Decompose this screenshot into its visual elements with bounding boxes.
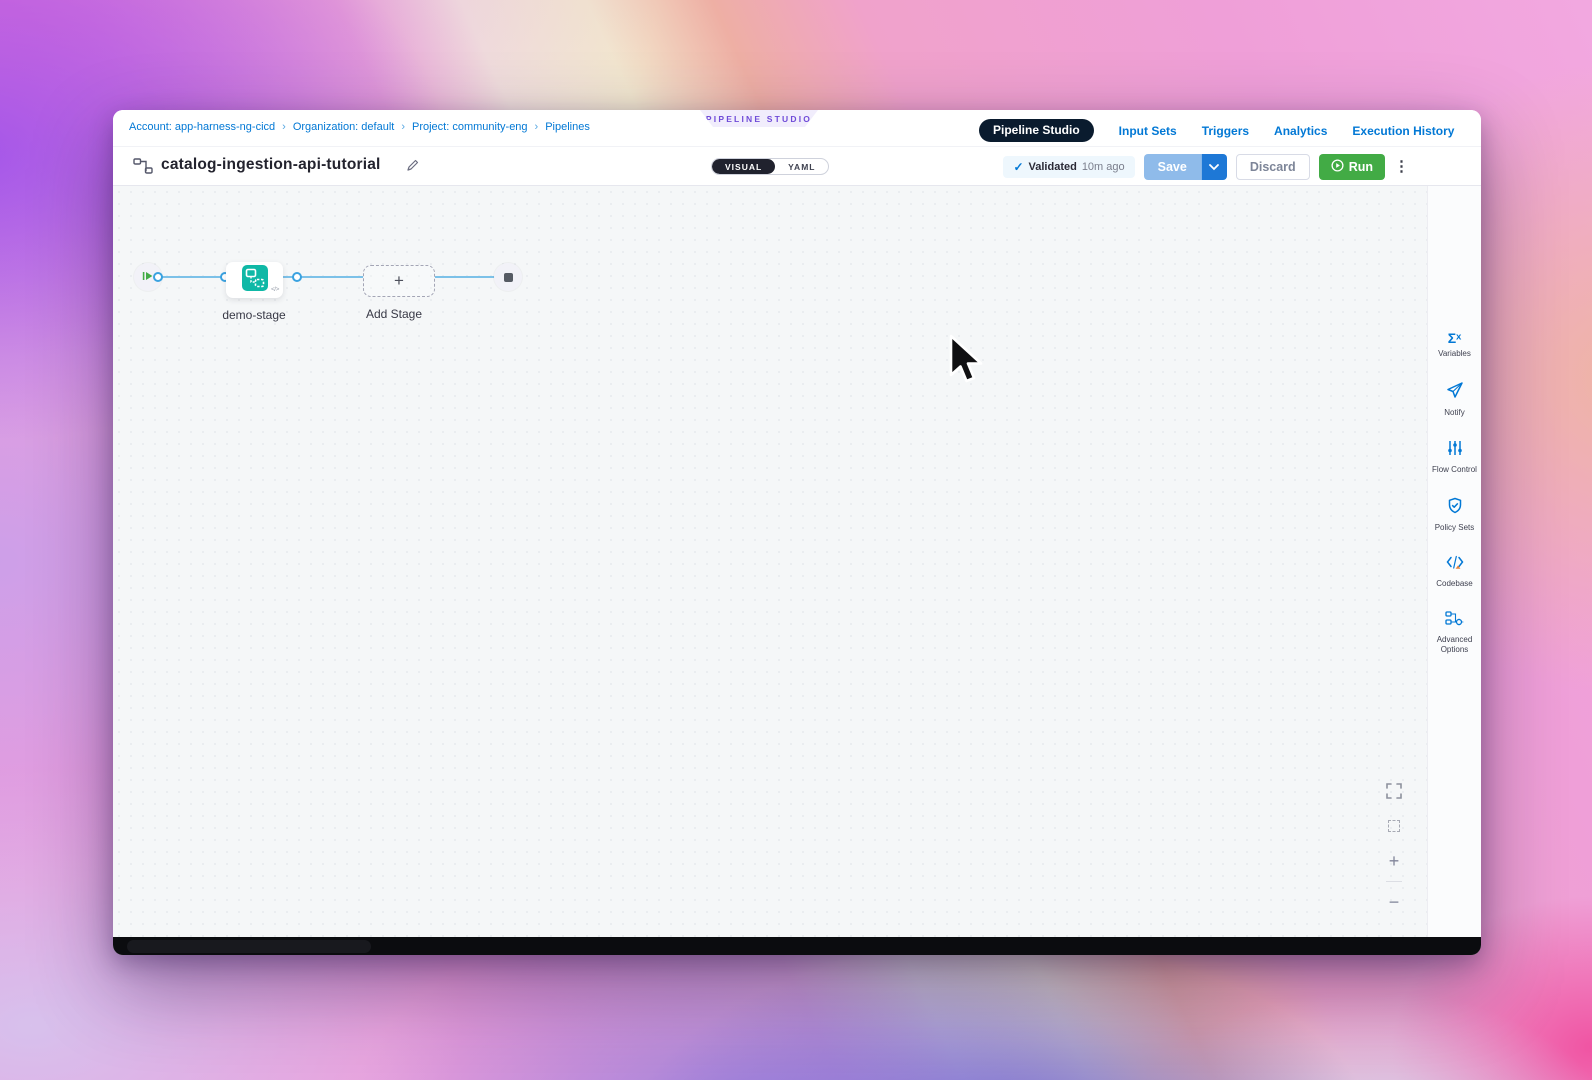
tab-execution-history[interactable]: Execution History xyxy=(1352,124,1454,138)
breadcrumb-separator: › xyxy=(282,121,286,133)
breadcrumb: Account: app-harness-ng-cicd › Organizat… xyxy=(129,121,590,133)
mouse-cursor xyxy=(948,334,984,393)
end-node xyxy=(494,263,522,291)
add-stage-button[interactable]: + xyxy=(363,265,435,297)
shield-check-icon xyxy=(1447,497,1463,519)
breadcrumb-separator: › xyxy=(535,121,539,133)
fit-view-icon[interactable] xyxy=(1385,817,1403,835)
save-button[interactable]: Save xyxy=(1144,154,1201,180)
more-options-icon[interactable]: ⋮ xyxy=(1394,159,1409,174)
save-dropdown-button[interactable] xyxy=(1201,154,1227,180)
canvas-controls: + − xyxy=(1385,782,1403,911)
sidebar-item-flow-control[interactable]: Flow Control xyxy=(1428,440,1482,475)
tab-triggers[interactable]: Triggers xyxy=(1202,124,1249,138)
edit-title-icon[interactable] xyxy=(406,158,420,175)
sidebar-item-label: Notify xyxy=(1432,408,1478,418)
custom-stage-icon xyxy=(242,265,268,296)
sidebar-item-variables[interactable]: Σˣ Variables xyxy=(1428,331,1482,359)
stop-icon xyxy=(504,273,513,282)
breadcrumb-organization[interactable]: Organization: default xyxy=(293,121,395,133)
tab-input-sets[interactable]: Input Sets xyxy=(1119,124,1177,138)
pipeline-canvas[interactable]: </> + demo-stage Add Stage + xyxy=(113,186,1427,937)
divider xyxy=(1386,881,1402,882)
sidebar-item-codebase[interactable]: Codebase xyxy=(1428,555,1482,589)
sidebar-item-policy-sets[interactable]: Policy Sets xyxy=(1428,497,1482,533)
check-icon: ✓ xyxy=(1013,160,1023,174)
code-icon xyxy=(1446,555,1464,575)
sidebar-item-label: Variables xyxy=(1432,349,1478,359)
sliders-icon xyxy=(1447,440,1463,461)
breadcrumb-separator: › xyxy=(401,121,405,133)
send-icon xyxy=(1446,381,1464,404)
fullscreen-icon[interactable] xyxy=(1385,782,1403,800)
validation-time: 10m ago xyxy=(1082,161,1125,173)
save-split-button: Save xyxy=(1144,154,1227,180)
stage-label: demo-stage xyxy=(222,308,285,322)
page-title: catalog-ingestion-api-tutorial xyxy=(161,156,381,174)
discard-button[interactable]: Discard xyxy=(1236,154,1310,180)
sidebar-item-notify[interactable]: Notify xyxy=(1428,381,1482,418)
tab-pipeline-studio[interactable]: Pipeline Studio xyxy=(979,119,1094,142)
stage-type-glyph: </> xyxy=(271,286,279,293)
view-toggle: VISUAL YAML xyxy=(711,158,829,175)
sidebar-item-label: Advanced Options xyxy=(1432,635,1478,655)
breadcrumb-row: Account: app-harness-ng-cicd › Organizat… xyxy=(113,110,1481,147)
top-nav: Pipeline Studio Input Sets Triggers Anal… xyxy=(979,119,1454,142)
connector-point xyxy=(292,272,302,282)
sidebar-item-label: Codebase xyxy=(1432,579,1478,589)
title-row: catalog-ingestion-api-tutorial VISUAL YA… xyxy=(113,147,1481,186)
toggle-yaml[interactable]: YAML xyxy=(775,159,828,174)
validation-label: Validated xyxy=(1029,161,1077,173)
sidebar-item-label: Policy Sets xyxy=(1432,523,1478,533)
right-sidebar: Σˣ Variables Notify xyxy=(1427,186,1481,937)
chevron-down-icon xyxy=(1209,159,1219,174)
sidebar-item-advanced-options[interactable]: Advanced Options xyxy=(1428,611,1482,655)
sigma-icon: Σˣ xyxy=(1448,331,1462,345)
breadcrumb-pipelines[interactable]: Pipelines xyxy=(545,121,590,133)
breadcrumb-account[interactable]: Account: app-harness-ng-cicd xyxy=(129,121,275,133)
zoom-in-button[interactable]: + xyxy=(1385,852,1403,870)
header-actions: ✓ Validated 10m ago Save Discard xyxy=(1003,153,1409,180)
desktop-wallpaper: Account: app-harness-ng-cicd › Organizat… xyxy=(0,0,1592,1080)
tab-analytics[interactable]: Analytics xyxy=(1274,124,1327,138)
pipeline-studio-badge: PIPELINE STUDIO xyxy=(700,110,818,127)
zoom-out-button[interactable]: − xyxy=(1385,893,1403,911)
pipeline-studio-window: Account: app-harness-ng-cicd › Organizat… xyxy=(113,110,1481,955)
run-button[interactable]: Run xyxy=(1319,154,1385,180)
add-stage-label: Add Stage xyxy=(366,307,422,321)
pipeline-icon xyxy=(133,158,153,179)
run-play-icon xyxy=(1331,159,1344,175)
run-label: Run xyxy=(1349,160,1373,174)
bottom-bar-pill xyxy=(127,940,371,953)
breadcrumb-project[interactable]: Project: community-eng xyxy=(412,121,528,133)
bottom-bar xyxy=(113,937,1481,955)
toggle-visual[interactable]: VISUAL xyxy=(712,159,775,174)
validation-status: ✓ Validated 10m ago xyxy=(1003,156,1134,178)
connector-point xyxy=(153,272,163,282)
plus-icon: + xyxy=(394,271,404,291)
sidebar-item-label: Flow Control xyxy=(1432,465,1478,475)
header: Account: app-harness-ng-cicd › Organizat… xyxy=(113,110,1481,186)
pipeline-gear-icon xyxy=(1445,611,1464,631)
